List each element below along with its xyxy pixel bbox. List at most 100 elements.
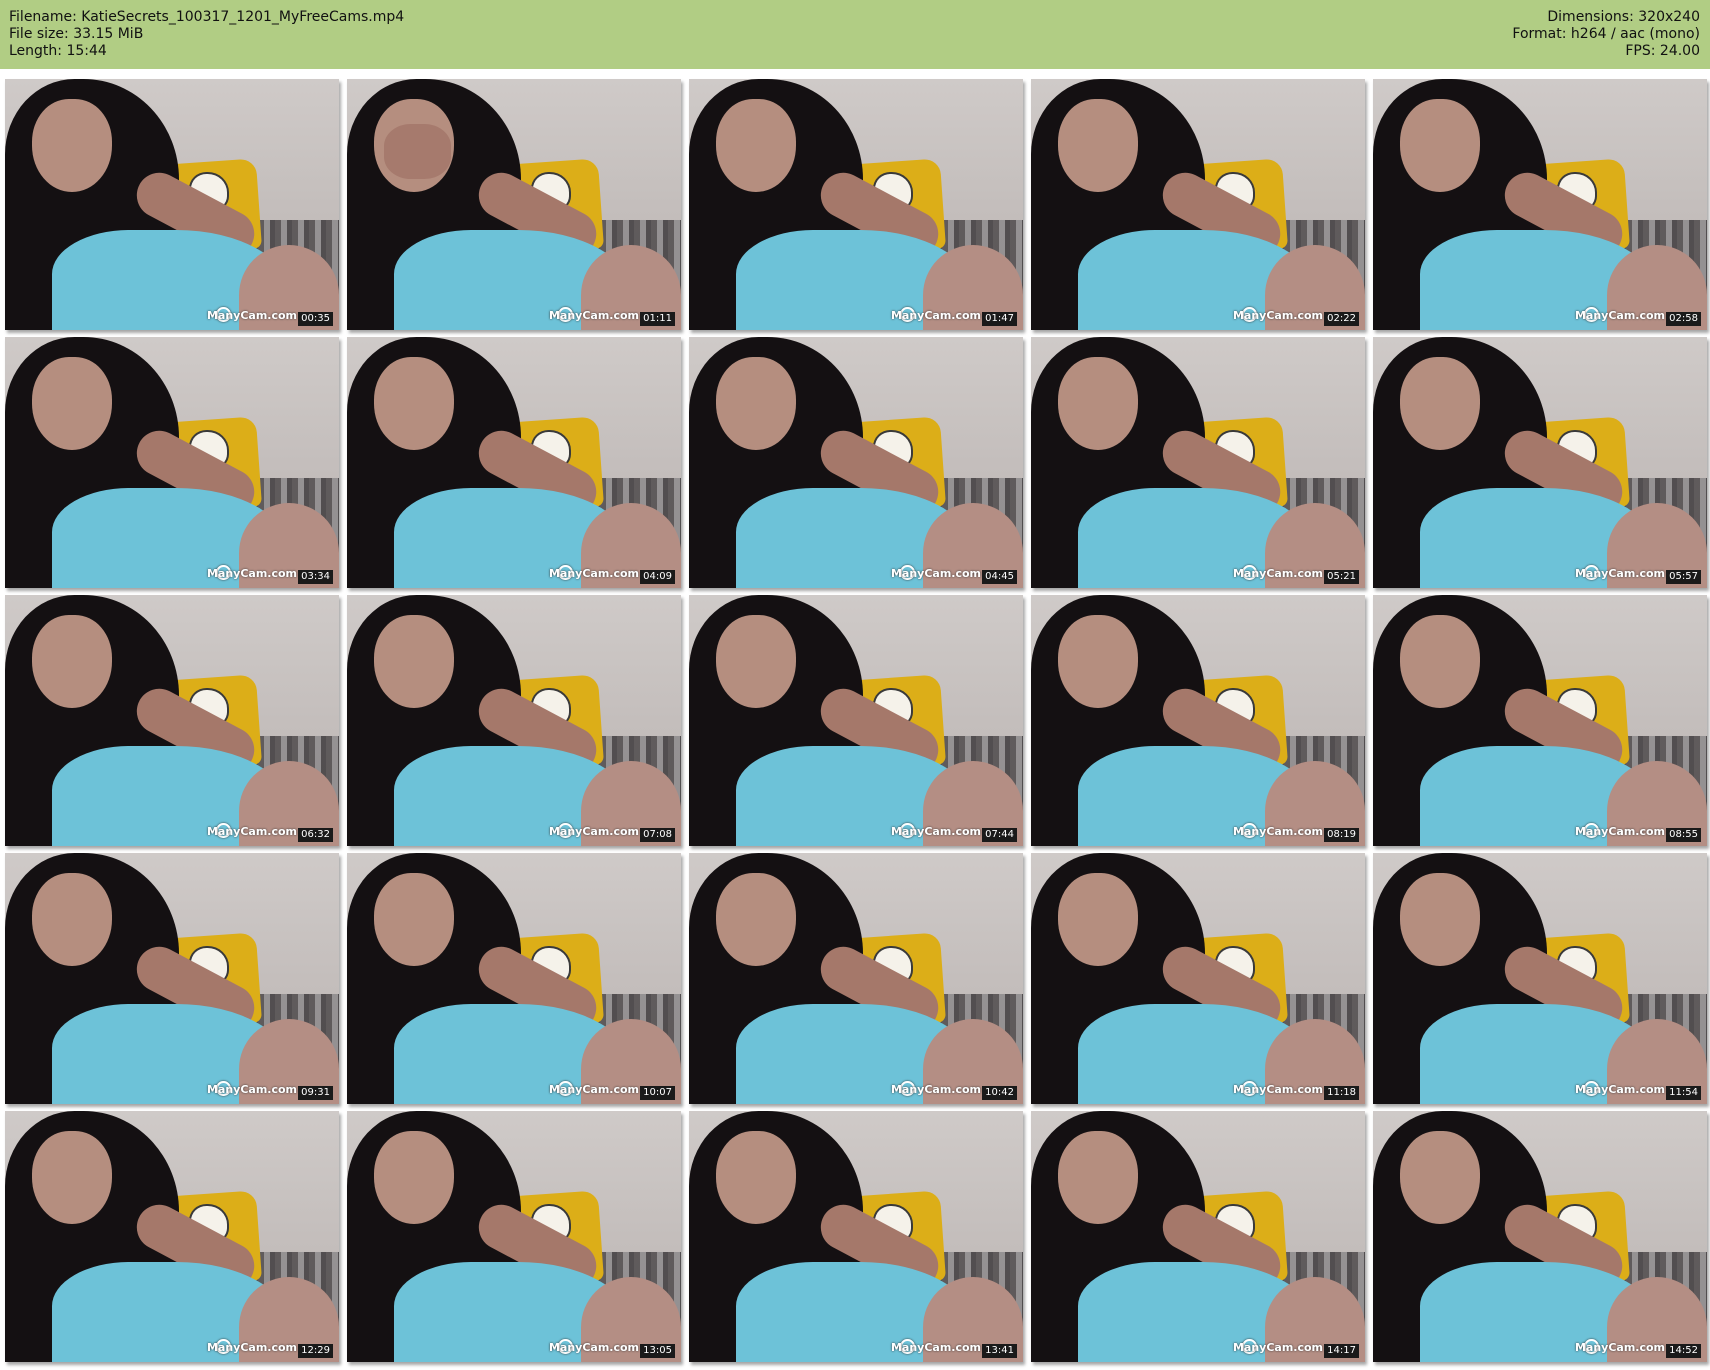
frame-face [1399, 357, 1480, 450]
frame-face [31, 615, 112, 708]
frame-timestamp: 08:19 [1324, 828, 1359, 842]
frame-face [31, 99, 112, 192]
frame-handcover [383, 124, 451, 180]
frame-image [1031, 79, 1365, 330]
frame-timestamp: 07:08 [640, 828, 675, 842]
manycam-watermark: ManyCam.com [206, 309, 297, 322]
frame-face [1057, 1131, 1138, 1224]
frame-face [1399, 1131, 1480, 1224]
frame-face [715, 615, 796, 708]
manycam-watermark: ManyCam.com [206, 567, 297, 580]
frame-timestamp: 08:55 [1666, 828, 1701, 842]
frame-image [347, 853, 681, 1104]
frame-face [1057, 873, 1138, 966]
header-right-info: Dimensions: 320x240 Format: h264 / aac (… [1512, 9, 1700, 60]
frame-timestamp: 01:11 [640, 312, 675, 326]
manycam-watermark: ManyCam.com [1574, 1341, 1665, 1354]
frame-image [5, 1111, 339, 1362]
frame-face [31, 873, 112, 966]
manycam-watermark: ManyCam.com [890, 309, 981, 322]
frame-face [1399, 99, 1480, 192]
frame-timestamp: 01:47 [982, 312, 1017, 326]
frame-face [715, 99, 796, 192]
video-frame-thumbnail: ManyCam.com 11:54 [1373, 853, 1707, 1104]
frame-face [373, 1131, 454, 1224]
frame-image [689, 337, 1023, 588]
video-frame-thumbnail: ManyCam.com 13:05 [347, 1111, 681, 1362]
frame-timestamp: 06:32 [298, 828, 333, 842]
video-frame-thumbnail: ManyCam.com 08:55 [1373, 595, 1707, 846]
manycam-watermark: ManyCam.com [548, 1083, 639, 1096]
thumbnail-grid: ManyCam.com 00:35 ManyCam.com 01:11 ManyCam.… [5, 79, 1707, 1362]
frame-image [1031, 853, 1365, 1104]
frame-image [347, 79, 681, 330]
manycam-watermark: ManyCam.com [890, 825, 981, 838]
video-frame-thumbnail: ManyCam.com 02:58 [1373, 79, 1707, 330]
frame-timestamp: 14:17 [1324, 1344, 1359, 1358]
video-frame-thumbnail: ManyCam.com 10:42 [689, 853, 1023, 1104]
frame-timestamp: 13:41 [982, 1344, 1017, 1358]
filesize-text: File size: 33.15 MiB [9, 26, 144, 42]
frame-timestamp: 11:54 [1666, 1086, 1701, 1100]
frame-timestamp: 04:45 [982, 570, 1017, 584]
manycam-watermark: ManyCam.com [890, 1341, 981, 1354]
frame-image [5, 337, 339, 588]
video-frame-thumbnail: ManyCam.com 14:52 [1373, 1111, 1707, 1362]
frame-image [5, 79, 339, 330]
video-frame-thumbnail: ManyCam.com 11:18 [1031, 853, 1365, 1104]
frame-face [1399, 873, 1480, 966]
video-frame-thumbnail: ManyCam.com 10:07 [347, 853, 681, 1104]
format-text: Format: h264 / aac (mono) [1512, 26, 1700, 42]
video-frame-thumbnail: ManyCam.com 13:41 [689, 1111, 1023, 1362]
manycam-watermark: ManyCam.com [1574, 825, 1665, 838]
dimensions-text: Dimensions: 320x240 [1547, 9, 1700, 25]
frame-face [1057, 615, 1138, 708]
frame-image [347, 337, 681, 588]
manycam-watermark: ManyCam.com [1574, 1083, 1665, 1096]
video-frame-thumbnail: ManyCam.com 07:08 [347, 595, 681, 846]
manycam-watermark: ManyCam.com [1232, 1083, 1323, 1096]
frame-timestamp: 14:52 [1666, 1344, 1701, 1358]
video-frame-thumbnail: ManyCam.com 04:45 [689, 337, 1023, 588]
video-frame-thumbnail: ManyCam.com 12:29 [5, 1111, 339, 1362]
manycam-watermark: ManyCam.com [206, 825, 297, 838]
frame-timestamp: 13:05 [640, 1344, 675, 1358]
header-left-info: Filename: KatieSecrets_100317_1201_MyFre… [9, 9, 404, 60]
manycam-watermark: ManyCam.com [1232, 1341, 1323, 1354]
video-frame-thumbnail: ManyCam.com 03:34 [5, 337, 339, 588]
frame-timestamp: 11:18 [1324, 1086, 1359, 1100]
video-frame-thumbnail: ManyCam.com 08:19 [1031, 595, 1365, 846]
frame-image [347, 595, 681, 846]
frame-face [31, 1131, 112, 1224]
frame-face [1057, 357, 1138, 450]
video-frame-thumbnail: ManyCam.com 06:32 [5, 595, 339, 846]
frame-image [689, 1111, 1023, 1362]
frame-image [1373, 595, 1707, 846]
frame-image [5, 853, 339, 1104]
frame-face [373, 357, 454, 450]
frame-face [715, 1131, 796, 1224]
frame-image [1373, 853, 1707, 1104]
frame-face [715, 357, 796, 450]
frame-face [31, 357, 112, 450]
video-frame-thumbnail: ManyCam.com 04:09 [347, 337, 681, 588]
length-text: Length: 15:44 [9, 43, 107, 59]
frame-timestamp: 04:09 [640, 570, 675, 584]
frame-timestamp: 10:07 [640, 1086, 675, 1100]
frame-image [347, 1111, 681, 1362]
frame-timestamp: 05:57 [1666, 570, 1701, 584]
video-frame-thumbnail: ManyCam.com 09:31 [5, 853, 339, 1104]
frame-timestamp: 12:29 [298, 1344, 333, 1358]
video-frame-thumbnail: ManyCam.com 02:22 [1031, 79, 1365, 330]
video-frame-thumbnail: ManyCam.com 00:35 [5, 79, 339, 330]
frame-image [1373, 79, 1707, 330]
manycam-watermark: ManyCam.com [890, 567, 981, 580]
manycam-watermark: ManyCam.com [206, 1341, 297, 1354]
video-frame-thumbnail: ManyCam.com 07:44 [689, 595, 1023, 846]
frame-timestamp: 05:21 [1324, 570, 1359, 584]
frame-face [1399, 615, 1480, 708]
video-frame-thumbnail: ManyCam.com 01:11 [347, 79, 681, 330]
frame-timestamp: 07:44 [982, 828, 1017, 842]
frame-face [1057, 99, 1138, 192]
video-frame-thumbnail: ManyCam.com 01:47 [689, 79, 1023, 330]
